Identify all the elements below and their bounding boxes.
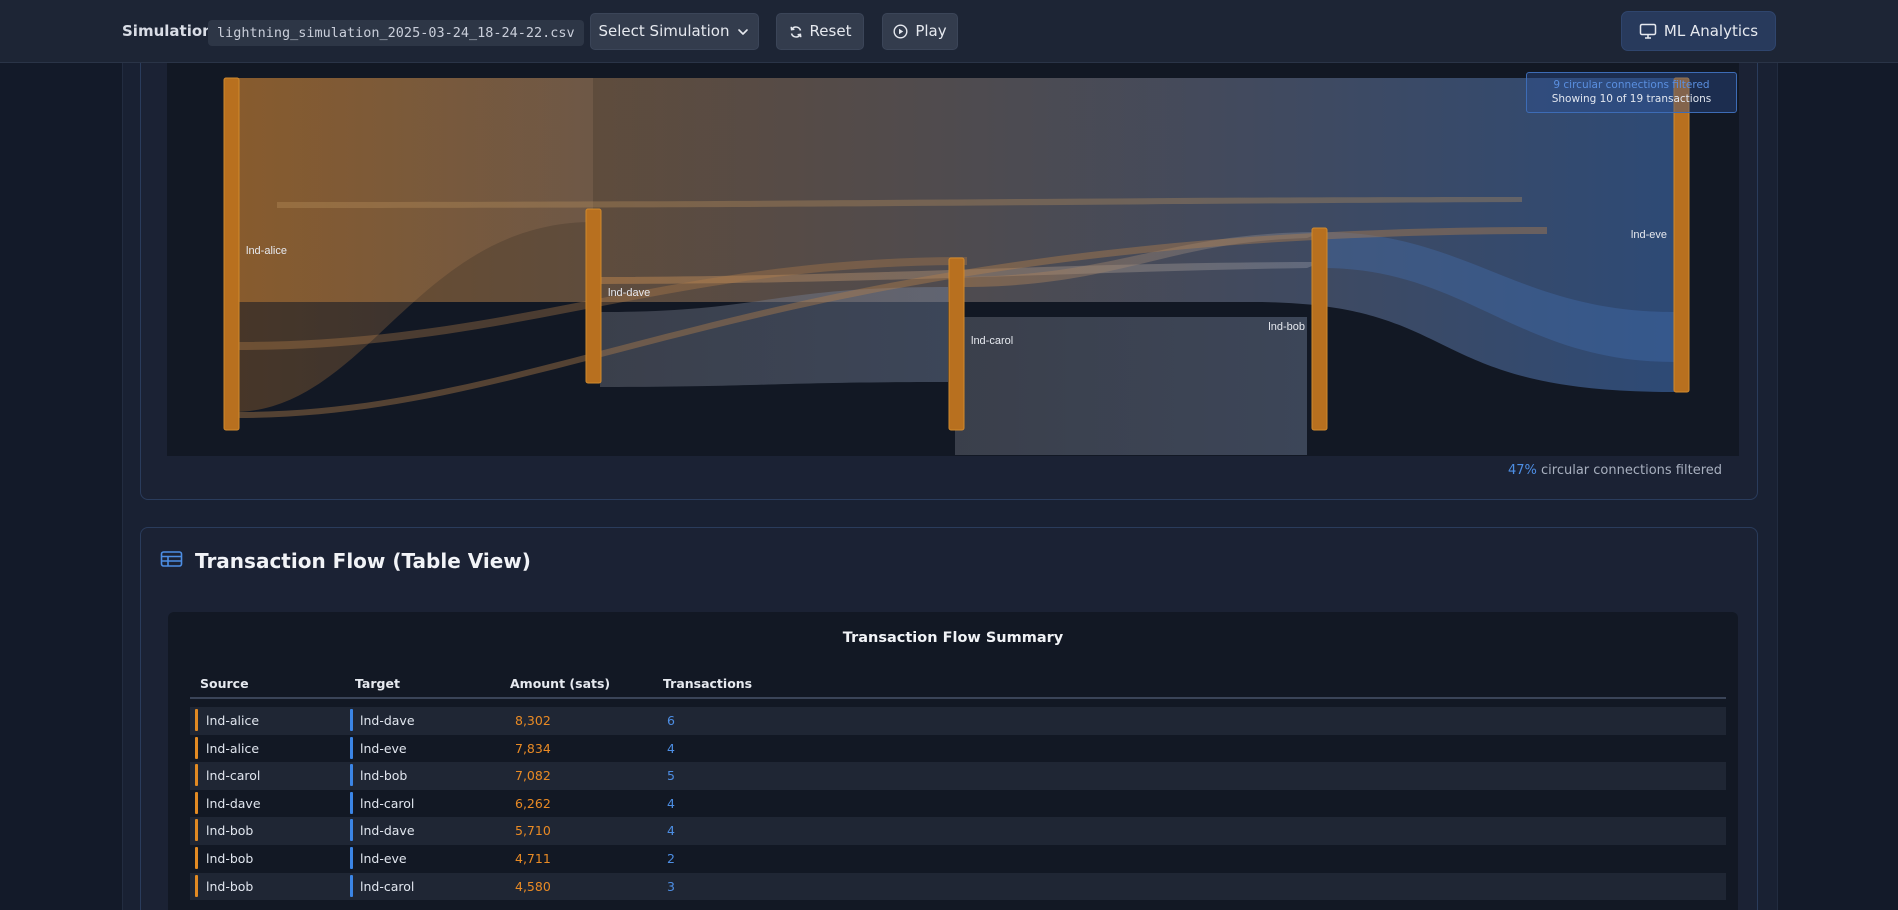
table-row[interactable]: lnd-bob lnd-eve 4,711 2 [190,845,1726,873]
cell-source: lnd-carol [206,768,261,784]
target-color-bar [350,819,353,842]
reset-label: Reset [809,22,852,40]
cell-target: lnd-carol [360,795,415,811]
play-label: Play [915,22,947,40]
cell-transactions: 4 [667,823,675,839]
cell-amount: 7,834 [515,740,551,756]
table-section-title: Transaction Flow (Table View) [195,549,531,573]
ml-analytics-label: ML Analytics [1663,21,1759,40]
table-section-header: Transaction Flow (Table View) [160,549,531,573]
node-label-dave: lnd-dave [608,287,650,299]
circular-filter-notice: 9 circular connections filtered Showing … [1526,72,1737,113]
source-color-bar [195,874,198,897]
cell-target: lnd-carol [360,878,415,894]
ml-analytics-button[interactable]: ML Analytics [1621,11,1776,51]
cell-transactions: 4 [667,740,675,756]
source-color-bar [195,709,198,731]
simulation-label: Simulation: [122,22,219,40]
circular-percent-value: 47% [1507,463,1537,478]
refresh-icon [789,25,803,39]
target-color-bar [350,846,353,869]
node-lnd-eve[interactable] [1673,77,1690,393]
node-lnd-carol[interactable] [948,257,965,431]
table-row[interactable]: lnd-bob lnd-dave 5,710 4 [190,817,1726,845]
node-label-bob: lnd-bob [1268,321,1305,333]
circular-filter-count: 9 circular connections filtered [1553,79,1710,91]
table-row[interactable]: lnd-dave lnd-carol 6,262 4 [190,790,1726,818]
transaction-count-notice: Showing 10 of 19 transactions [1551,93,1712,105]
table-body: lnd-alice lnd-dave 8,302 6 lnd-alice lnd… [190,707,1726,901]
source-color-bar [195,764,198,787]
table-header: Source Target Amount (sats) Transactions [190,672,1726,699]
table-icon [160,550,183,572]
column-amount[interactable]: Amount (sats) [510,676,610,691]
node-lnd-bob[interactable] [1311,227,1328,431]
source-color-bar [195,819,198,842]
cell-source: lnd-bob [206,823,254,839]
cell-transactions: 5 [667,768,675,784]
transaction-table: Transaction Flow Summary Source Target A… [168,612,1738,910]
cell-amount: 5,710 [515,823,551,839]
table-row[interactable]: lnd-alice lnd-dave 8,302 6 [190,707,1726,735]
target-color-bar [350,874,353,897]
cell-source: lnd-dave [206,795,261,811]
target-color-bar [350,709,353,731]
column-source[interactable]: Source [200,676,249,691]
reset-button[interactable]: Reset [776,13,864,50]
top-bar: Simulation: lightning_simulation_2025-03… [0,0,1898,63]
cell-transactions: 4 [667,795,675,811]
table-row[interactable]: lnd-alice lnd-eve 7,834 4 [190,735,1726,763]
column-target[interactable]: Target [355,676,400,691]
table-row[interactable]: lnd-bob lnd-carol 4,580 3 [190,872,1726,901]
cell-source: lnd-bob [206,850,254,866]
cell-target: lnd-dave [360,713,415,728]
source-color-bar [195,846,198,869]
cell-amount: 7,082 [515,768,551,784]
cell-transactions: 3 [667,878,675,894]
table-caption: Transaction Flow Summary [842,630,1064,646]
target-color-bar [350,736,353,759]
source-color-bar [195,736,198,759]
monitor-icon [1639,23,1657,40]
source-color-bar [195,791,198,814]
cell-transactions: 6 [667,713,675,728]
cell-target: lnd-bob [360,768,408,784]
select-simulation-button[interactable]: Select Simulation [590,13,759,50]
cell-source: lnd-bob [206,878,254,894]
cell-amount: 6,262 [515,795,551,811]
select-simulation-label: Select Simulation [598,22,730,40]
simulation-file-name: lightning_simulation_2025-03-24_18-24-22… [208,20,584,46]
cell-amount: 8,302 [515,713,551,728]
sankey-svg: lnd-alice lnd-dave lnd-carol lnd-bob lnd… [223,77,1690,455]
target-color-bar [350,791,353,814]
table-row[interactable]: lnd-carol lnd-bob 7,082 5 [190,762,1726,790]
cell-target: lnd-eve [360,740,407,756]
play-button[interactable]: Play [882,13,958,50]
target-color-bar [350,764,353,787]
cell-amount: 4,711 [515,850,551,866]
node-lnd-dave[interactable] [585,208,602,384]
circular-percent-note: 47% circular connections filtered [1508,463,1722,478]
play-circle-icon [893,24,908,39]
cell-transactions: 2 [667,850,675,866]
cell-source: lnd-alice [206,740,260,756]
node-label-eve: lnd-eve [1631,229,1667,241]
node-label-carol: lnd-carol [971,335,1013,347]
node-lnd-alice[interactable] [223,77,240,431]
circular-percent-text: circular connections filtered [1541,463,1722,478]
cell-amount: 4,580 [515,878,551,894]
cell-source: lnd-alice [206,713,260,728]
chevron-down-icon [736,25,750,39]
sankey-diagram: lnd-alice lnd-dave lnd-carol lnd-bob lnd… [167,62,1739,456]
node-label-alice: lnd-alice [246,245,287,257]
cell-target: lnd-eve [360,850,407,866]
column-transactions[interactable]: Transactions [663,676,752,691]
cell-target: lnd-dave [360,823,415,839]
